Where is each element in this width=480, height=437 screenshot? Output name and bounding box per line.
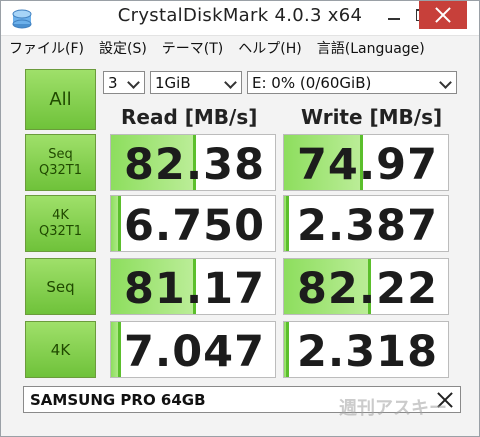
read-value: 82.38 [123,140,265,190]
4k-write-cell: 2.318 [283,321,449,378]
comment-text: SAMSUNG PRO 64GB [30,390,206,409]
row-label-line1: Seq [48,146,73,162]
4k-q32t1-write-cell: 2.387 [283,195,449,252]
seq-q32t1-read-cell: 82.38 [110,134,276,191]
menu-settings[interactable]: 設定(S) [91,38,154,58]
title-bar: CrystalDiskMark 4.0.3 x64 [1,1,479,36]
write-value: 82.22 [296,264,438,314]
write-value: 2.318 [296,327,438,377]
seq-write-cell: 82.22 [283,258,449,315]
4k-q32t1-read-cell: 6.750 [110,195,276,252]
chevron-down-icon [439,76,452,89]
write-value: 74.97 [296,140,438,190]
chevron-down-icon [224,76,237,89]
row-label-line1: 4K [50,340,71,359]
menu-language[interactable]: 言語(Language) [309,38,432,58]
app-window: CrystalDiskMark 4.0.3 x64 ファイル(F) 設定(S) … [0,0,480,437]
read-value: 6.750 [123,201,265,251]
menu-bar: ファイル(F) 設定(S) テーマ(T) ヘルプ(H) 言語(Language) [1,37,479,59]
test-size-select[interactable]: 1GiB [150,71,242,94]
row-label-line2: Q32T1 [39,223,82,239]
read-bar [111,196,121,251]
seq-q32t1-button[interactable]: Seq Q32T1 [25,134,96,191]
write-bar [284,196,289,251]
minimize-icon [388,18,400,20]
row-label-line1: Seq [46,277,75,296]
write-bar [284,322,289,377]
test-count-value: 3 [108,73,118,92]
menu-help[interactable]: ヘルプ(H) [230,38,308,58]
minimize-button[interactable] [380,1,408,29]
read-bar [111,322,121,377]
row-label-line1: 4K [52,207,69,223]
run-all-button[interactable]: All [25,69,96,130]
seq-button[interactable]: Seq [25,258,96,315]
test-count-select[interactable]: 3 [103,71,145,94]
chevron-down-icon [127,76,140,89]
menu-file[interactable]: ファイル(F) [1,38,91,58]
4k-q32t1-button[interactable]: 4K Q32T1 [25,195,96,252]
read-value: 81.17 [123,264,265,314]
4k-button[interactable]: 4K [25,321,96,378]
menu-theme[interactable]: テーマ(T) [154,38,230,58]
read-value: 7.047 [123,327,265,377]
write-column-header: Write [MB/s] [301,105,443,129]
seq-read-cell: 81.17 [110,258,276,315]
write-value: 2.387 [296,201,438,251]
test-size-value: 1GiB [155,73,191,92]
watermark: 週刊アスキー [339,398,447,419]
close-button[interactable] [419,1,467,29]
read-column-header: Read [MB/s] [121,105,258,129]
drive-value: E: 0% (0/60GiB) [252,73,372,92]
4k-read-cell: 7.047 [110,321,276,378]
drive-select[interactable]: E: 0% (0/60GiB) [247,71,457,94]
row-label-line2: Q32T1 [39,162,82,178]
close-icon [435,7,451,23]
seq-q32t1-write-cell: 74.97 [283,134,449,191]
